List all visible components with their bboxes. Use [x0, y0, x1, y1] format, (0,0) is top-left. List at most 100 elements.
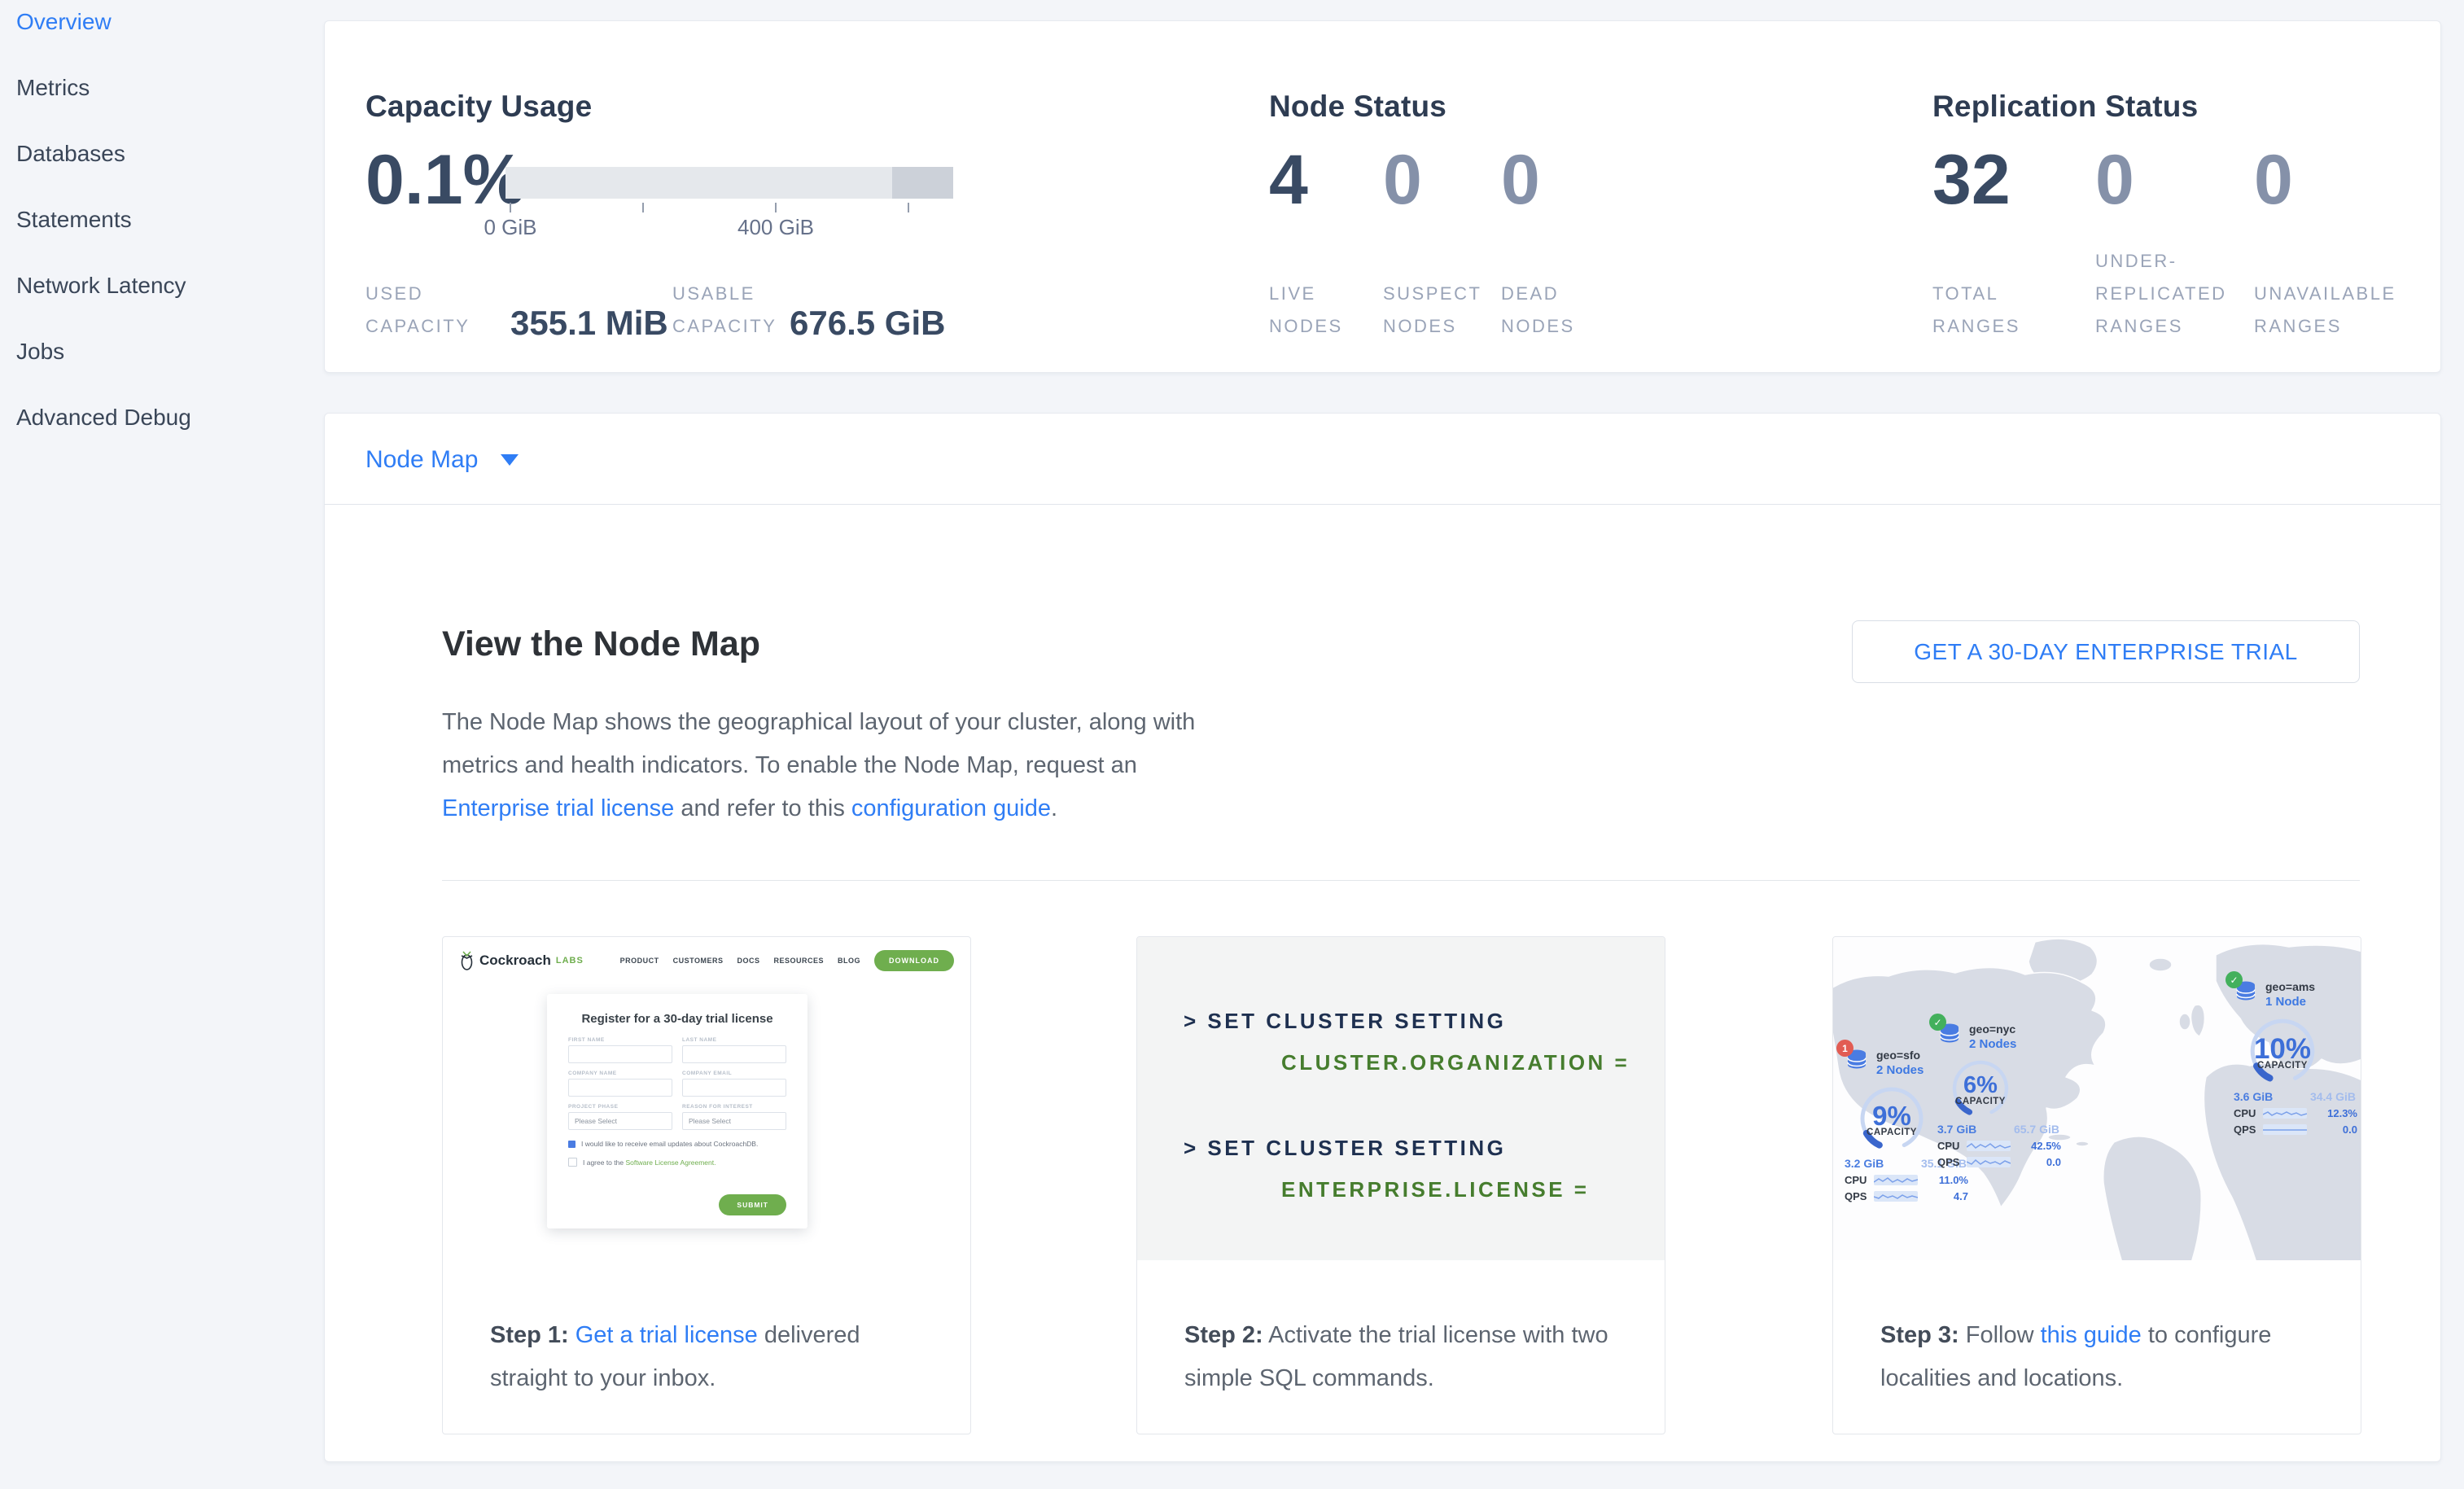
- capacity-usage-title: Capacity Usage: [365, 90, 592, 124]
- get-enterprise-trial-button[interactable]: GET A 30-DAY ENTERPRISE TRIAL: [1852, 620, 2360, 683]
- node-count-label: 2 Nodes: [1876, 1062, 1923, 1079]
- qps-value: 0.0: [2046, 1156, 2061, 1168]
- unavailable-ranges-value: 0: [2254, 145, 2293, 215]
- checkbox-checked: [568, 1141, 576, 1148]
- step-label: Step 3:: [1880, 1322, 1959, 1348]
- cpu-label: CPU: [1845, 1174, 1874, 1186]
- cockroach-labs-logo: Cockroach LABS: [459, 951, 584, 970]
- step-3-caption: Step 3: Follow this guide to configure l…: [1833, 1260, 2361, 1400]
- sidebar-item-jobs[interactable]: Jobs: [0, 330, 324, 374]
- replication-status-title: Replication Status: [1932, 90, 2198, 124]
- brand-suffix: LABS: [556, 956, 584, 966]
- description-text: .: [1051, 795, 1057, 821]
- error-badge-icon: 1: [1836, 1040, 1853, 1057]
- cpu-label: CPU: [1937, 1140, 1967, 1152]
- field-label: FIRST NAME: [568, 1037, 672, 1043]
- capacity-percent: 9%: [1853, 1101, 1931, 1132]
- node-map-description: The Node Map shows the geographical layo…: [442, 701, 1240, 830]
- sidebar-item-metrics[interactable]: Metrics: [0, 66, 324, 110]
- nav-item: BLOG: [838, 957, 860, 965]
- capacity-gauge: 10% CAPACITY: [2242, 1014, 2323, 1088]
- step-2-caption: Step 2: Activate the trial license with …: [1137, 1260, 1665, 1400]
- sidebar-item-overview[interactable]: Overview: [0, 0, 324, 44]
- capacity-caption: CAPACITY: [2242, 1061, 2323, 1071]
- map-node-ams: ✓ geo=ams 1 Node 10% CAPACITY: [2234, 979, 2361, 1136]
- trial-register-form: Register for a 30-day trial license FIRS…: [547, 994, 807, 1228]
- node-map-dropdown[interactable]: Node Map: [365, 414, 519, 506]
- caption-text: Follow: [1959, 1322, 2041, 1348]
- usable-capacity-value: 676.5 GiB: [790, 304, 945, 343]
- sidebar-item-statements[interactable]: Statements: [0, 198, 324, 242]
- nav-item: CUSTOMERS: [673, 957, 724, 965]
- node-status-title: Node Status: [1269, 90, 1446, 124]
- submit-button: SUBMIT: [719, 1194, 786, 1215]
- caption-text: [569, 1322, 576, 1348]
- sidebar-item-advanced-debug[interactable]: Advanced Debug: [0, 396, 324, 440]
- locality-label: geo=ams: [2265, 979, 2315, 994]
- unavailable-ranges-label: UNAVAILABLE RANGES: [2254, 278, 2401, 343]
- text-input: [682, 1045, 786, 1063]
- this-guide-link[interactable]: this guide: [2041, 1322, 2142, 1348]
- trial-license-site-thumbnail: Cockroach LABS PRODUCT CUSTOMERS DOCS RE…: [443, 937, 970, 1260]
- suspect-nodes-value: 0: [1383, 145, 1422, 215]
- enterprise-trial-license-link[interactable]: Enterprise trial license: [442, 795, 674, 821]
- axis-tick: [908, 203, 909, 212]
- cpu-label: CPU: [2234, 1107, 2263, 1119]
- locality-label: geo=nyc: [1969, 1022, 2016, 1036]
- cluster-summary-card: Capacity Usage 0.1% 0 GiB 400 GiB USED C…: [324, 20, 2441, 373]
- usable-capacity-label: USABLE CAPACITY: [672, 278, 786, 343]
- qps-label: QPS: [2234, 1123, 2263, 1136]
- step-2-card: > SET CLUSTER SETTING CLUSTER.ORGANIZATI…: [1136, 936, 1665, 1434]
- download-button: DOWNLOAD: [874, 950, 954, 971]
- axis-tick-label: 400 GiB: [711, 215, 841, 240]
- axis-tick: [775, 203, 777, 212]
- qps-label: QPS: [1937, 1156, 1967, 1168]
- qps-sparkline: [1874, 1191, 1918, 1202]
- field-label: LAST NAME: [682, 1037, 786, 1043]
- used-gib: 3.7 GiB: [1937, 1123, 1976, 1136]
- page-title: View the Node Map: [442, 624, 760, 664]
- capacity-caption: CAPACITY: [1945, 1097, 2015, 1106]
- description-text: The Node Map shows the geographical layo…: [442, 709, 1195, 778]
- usable-gib: 34.4 GiB: [2310, 1090, 2356, 1103]
- get-trial-license-link[interactable]: Get a trial license: [576, 1322, 758, 1348]
- capacity-percent: 6%: [1945, 1072, 2015, 1099]
- live-nodes-value: 4: [1269, 145, 1308, 215]
- roach-icon: [459, 951, 475, 970]
- step-label: Step 1:: [490, 1322, 569, 1348]
- sql-line: ENTERPRISE.LICENSE =: [1281, 1177, 1589, 1202]
- mini-site-header: Cockroach LABS PRODUCT CUSTOMERS DOCS RE…: [443, 937, 970, 984]
- step-1-card: Cockroach LABS PRODUCT CUSTOMERS DOCS RE…: [442, 936, 971, 1434]
- suspect-nodes-label: SUSPECT NODES: [1383, 278, 1489, 343]
- under-replicated-ranges-label: UNDER-REPLICATED RANGES: [2095, 245, 2232, 343]
- text-input: [682, 1079, 786, 1097]
- license-agreement-link: Software License Agreement.: [625, 1158, 716, 1167]
- text-input: [568, 1045, 672, 1063]
- field-label: COMPANY EMAIL: [682, 1071, 786, 1076]
- axis-tick: [642, 203, 644, 212]
- brand-name: Cockroach: [479, 953, 551, 969]
- view-selector-bar: Node Map: [324, 413, 2441, 505]
- cpu-sparkline: [2263, 1108, 2307, 1119]
- capacity-usage-percent: 0.1%: [365, 145, 525, 215]
- configuration-guide-link[interactable]: configuration guide: [851, 795, 1051, 821]
- capacity-gauge: 6% CAPACITY: [1945, 1056, 2015, 1121]
- checkbox-label-text: I agree to the: [583, 1158, 625, 1167]
- chevron-down-icon: [501, 454, 519, 466]
- field-label: PROJECT PHASE: [568, 1104, 672, 1110]
- node-count-label: 2 Nodes: [1969, 1036, 2016, 1053]
- select-input: Please Select: [682, 1112, 786, 1130]
- used-capacity-label: USED CAPACITY: [365, 278, 471, 343]
- capacity-usage-bar: [505, 167, 953, 199]
- node-map-promo-panel: View the Node Map The Node Map shows the…: [324, 505, 2441, 1462]
- divider: [442, 880, 2360, 881]
- used-gib: 3.2 GiB: [1845, 1157, 1884, 1170]
- sidebar-item-databases[interactable]: Databases: [0, 132, 324, 176]
- capacity-gauge: 9% CAPACITY: [1853, 1082, 1931, 1155]
- sidebar-item-network-latency[interactable]: Network Latency: [0, 264, 324, 308]
- usable-gib: 65.7 GiB: [2014, 1123, 2059, 1136]
- description-text: and refer to this: [674, 795, 851, 821]
- checkbox-label: I agree to the Software License Agreemen…: [583, 1158, 716, 1167]
- nav-item: DOCS: [737, 957, 759, 965]
- cpu-value: 11.0%: [1939, 1174, 1968, 1186]
